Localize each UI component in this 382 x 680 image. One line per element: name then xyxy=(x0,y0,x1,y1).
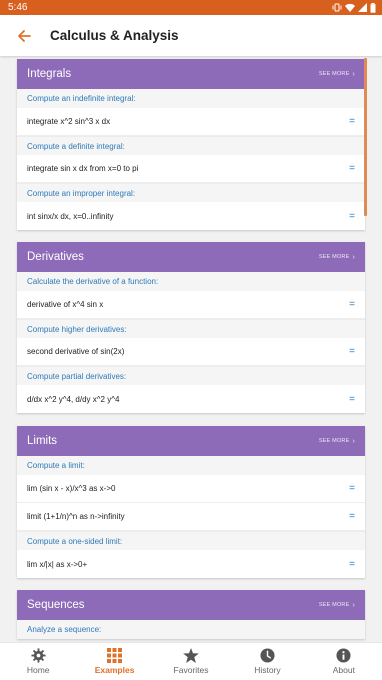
section-label: Compute an indefinite integral: xyxy=(17,89,365,108)
equals-icon: = xyxy=(349,299,355,310)
nav-about[interactable]: About xyxy=(306,643,382,680)
status-time: 5:46 xyxy=(8,2,28,13)
nav-examples-label: Examples xyxy=(94,665,135,675)
card-derivatives: Derivatives SEE MORE › Calculate the deri… xyxy=(17,242,365,413)
status-icons xyxy=(332,2,376,13)
wifi-icon xyxy=(345,3,355,12)
back-button[interactable] xyxy=(6,18,42,54)
section-label: Compute a definite integral: xyxy=(17,136,365,155)
nav-history-label: History xyxy=(254,665,281,675)
section-label: Calculate the derivative of a function: xyxy=(17,272,365,291)
card-header: Sequences SEE MORE › xyxy=(17,590,365,620)
equals-icon: = xyxy=(349,210,355,222)
nav-examples[interactable]: Examples xyxy=(76,643,152,680)
nav-favorites[interactable]: Favorites xyxy=(153,643,229,680)
equals-icon: = xyxy=(349,511,355,522)
equals-icon: = xyxy=(349,163,355,174)
card-header: Integrals SEE MORE › xyxy=(17,59,365,89)
example-row[interactable]: lim x/|x| as x->0+ = xyxy=(17,550,365,578)
bottom-navigation: Home Examples Favorites History About xyxy=(0,642,382,680)
section-label: Compute partial derivatives: xyxy=(17,366,365,385)
example-row[interactable]: lim (sin x - x)/x^3 as x->0 = xyxy=(17,475,365,503)
example-row[interactable]: derivative of x^4 sin x = xyxy=(17,291,365,319)
scrollbar[interactable] xyxy=(364,58,367,216)
see-more-button[interactable]: SEE MORE › xyxy=(319,438,355,445)
app-bar: Calculus & Analysis xyxy=(0,15,382,56)
card-title: Derivatives xyxy=(27,251,84,263)
example-row[interactable]: second derivative of sin(2x) = xyxy=(17,338,365,366)
card-header: Limits SEE MORE › xyxy=(17,426,365,456)
section-label: Compute a limit: xyxy=(17,456,365,475)
battery-icon xyxy=(370,2,376,13)
star-icon xyxy=(183,648,199,663)
equals-icon: = xyxy=(349,393,355,405)
card-integrals: Integrals SEE MORE › Compute an indefinit… xyxy=(17,59,365,230)
example-row[interactable]: integrate x^2 sin^3 x dx = xyxy=(17,108,365,136)
info-icon xyxy=(336,648,351,663)
card-title: Sequences xyxy=(27,599,85,611)
nav-about-label: About xyxy=(332,665,355,675)
section-label: Analyze a sequence: xyxy=(17,620,365,639)
chevron-right-icon: › xyxy=(352,70,355,78)
nav-favorites-label: Favorites xyxy=(173,665,209,675)
signal-icon xyxy=(358,3,367,12)
equals-icon: = xyxy=(349,483,355,494)
page-title: Calculus & Analysis xyxy=(50,28,179,43)
vibrate-icon xyxy=(332,3,342,12)
status-bar: 5:46 xyxy=(0,0,382,15)
gear-icon xyxy=(31,648,46,663)
chevron-right-icon: › xyxy=(352,601,355,609)
card-limits: Limits SEE MORE › Compute a limit: lim (s… xyxy=(17,426,365,578)
nav-history[interactable]: History xyxy=(229,643,305,680)
equals-icon: = xyxy=(349,116,355,127)
example-row[interactable]: int sinx/x dx, x=0..infinity = xyxy=(17,202,365,230)
nav-home[interactable]: Home xyxy=(0,643,76,680)
section-label: Compute a one-sided limit: xyxy=(17,531,365,550)
arrow-left-icon xyxy=(18,29,31,42)
card-title: Limits xyxy=(27,435,58,447)
card-header: Derivatives SEE MORE › xyxy=(17,242,365,272)
example-row[interactable]: integrate sin x dx from x=0 to pi = xyxy=(17,155,365,183)
equals-icon: = xyxy=(349,558,355,570)
see-more-button[interactable]: SEE MORE › xyxy=(319,602,355,609)
grid-icon xyxy=(107,648,123,663)
examples-list[interactable]: Integrals SEE MORE › Compute an indefinit… xyxy=(0,56,382,642)
clock-icon xyxy=(260,648,275,663)
see-more-button[interactable]: SEE MORE › xyxy=(319,71,355,78)
equals-icon: = xyxy=(349,346,355,357)
example-row[interactable]: limit (1+1/n)^n as n->infinity = xyxy=(17,503,365,531)
card-sequences: Sequences SEE MORE › Analyze a sequence: xyxy=(17,590,365,639)
see-more-button[interactable]: SEE MORE › xyxy=(319,254,355,261)
section-label: Compute an improper integral: xyxy=(17,183,365,202)
section-label: Compute higher derivatives: xyxy=(17,319,365,338)
chevron-right-icon: › xyxy=(352,437,355,445)
nav-home-label: Home xyxy=(26,665,50,675)
example-row[interactable]: d/dx x^2 y^4, d/dy x^2 y^4 = xyxy=(17,385,365,413)
card-title: Integrals xyxy=(27,68,72,80)
chevron-right-icon: › xyxy=(352,253,355,261)
